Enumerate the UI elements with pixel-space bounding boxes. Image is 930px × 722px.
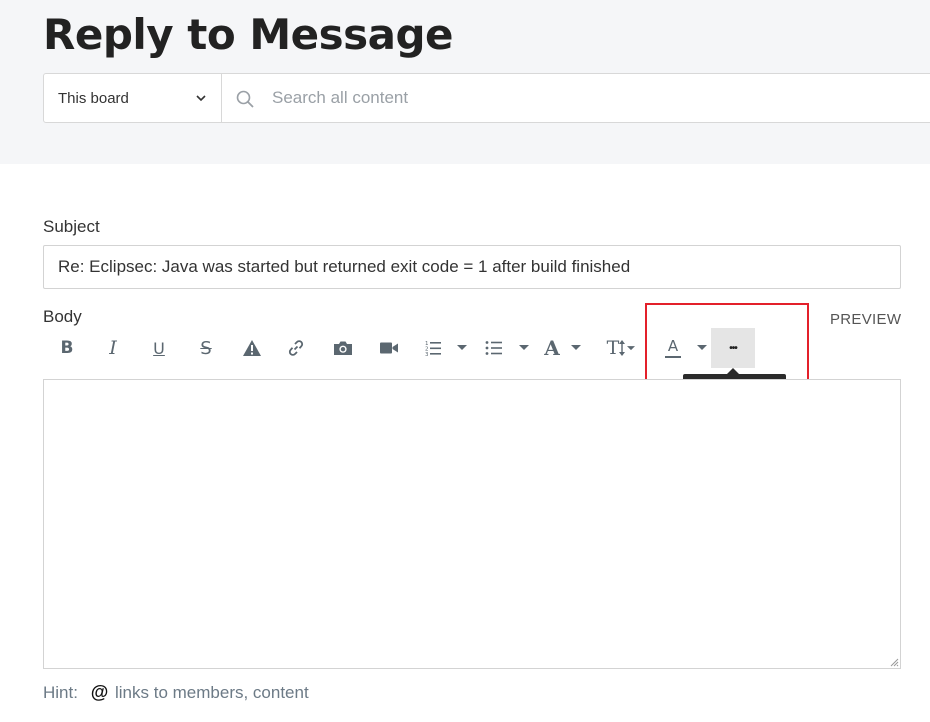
underline-icon: U xyxy=(153,338,165,358)
bold-button[interactable]: B xyxy=(50,332,84,364)
message-body-editor[interactable] xyxy=(43,379,901,669)
numbered-list-dropdown[interactable] xyxy=(455,332,469,364)
search-scope-label: This board xyxy=(58,90,129,107)
video-icon xyxy=(380,342,398,354)
search-bar: This board xyxy=(43,73,930,123)
font-icon: A xyxy=(544,336,560,360)
text-size-glyph: T xyxy=(606,337,620,359)
bulleted-list-icon xyxy=(485,341,502,355)
hint-label: Hint: xyxy=(43,683,78,702)
bulleted-list-dropdown[interactable] xyxy=(517,332,531,364)
caret-down-icon xyxy=(627,345,636,350)
text-size-button[interactable]: T xyxy=(601,332,641,364)
subject-field[interactable] xyxy=(43,245,901,289)
italic-icon: I xyxy=(109,337,117,359)
chevron-down-icon xyxy=(196,95,206,102)
spoiler-warning-icon xyxy=(243,340,261,356)
link-icon xyxy=(288,340,304,356)
editor-toolbar: B I U S 1 2 3 A T A ••• xyxy=(43,326,803,370)
svg-text:3: 3 xyxy=(425,352,429,357)
resize-handle-icon[interactable] xyxy=(889,657,899,667)
insert-video-button[interactable] xyxy=(372,332,406,364)
italic-button[interactable]: I xyxy=(96,332,130,364)
spoiler-button[interactable] xyxy=(235,332,269,364)
hint-text: Hint: @ links to members, content xyxy=(43,682,309,703)
subject-input[interactable] xyxy=(58,255,878,279)
font-color-icon: A xyxy=(665,336,681,358)
caret-down-icon xyxy=(571,345,581,350)
strikethrough-button[interactable]: S xyxy=(189,332,223,364)
search-input[interactable] xyxy=(272,84,872,112)
page-title: Reply to Message xyxy=(43,10,454,59)
font-color-button[interactable]: A xyxy=(656,332,690,364)
insert-link-button[interactable] xyxy=(279,332,313,364)
more-icon: ••• xyxy=(729,342,737,354)
body-label: Body xyxy=(43,307,82,326)
size-arrows-icon xyxy=(619,340,626,356)
search-scope-select[interactable]: This board xyxy=(44,74,222,122)
subject-label: Subject xyxy=(43,217,100,236)
font-color-swatch xyxy=(665,355,681,358)
font-family-button[interactable]: A xyxy=(535,332,569,364)
bulleted-list-button[interactable] xyxy=(477,332,511,364)
caret-down-icon xyxy=(457,345,467,350)
at-mention-icon: @ xyxy=(90,682,109,702)
insert-photo-button[interactable] xyxy=(326,332,360,364)
preview-link[interactable]: PREVIEW xyxy=(830,311,901,328)
hint-description: links to members, content xyxy=(115,683,309,702)
strikethrough-icon: S xyxy=(200,337,212,359)
numbered-list-button[interactable]: 1 2 3 xyxy=(416,332,450,364)
search-icon xyxy=(236,90,254,108)
page-header: Reply to Message This board xyxy=(0,0,930,164)
camera-icon xyxy=(334,341,352,355)
font-color-dropdown[interactable] xyxy=(695,332,709,364)
bold-icon: B xyxy=(60,338,74,358)
font-color-glyph: A xyxy=(667,336,679,355)
numbered-list-icon: 1 2 3 xyxy=(425,341,441,357)
caret-down-icon xyxy=(519,345,529,350)
text-size-icon: T xyxy=(607,337,636,359)
underline-button[interactable]: U xyxy=(142,332,176,364)
font-family-dropdown[interactable] xyxy=(569,332,583,364)
expand-toolbar-button[interactable]: ••• xyxy=(711,328,755,368)
caret-down-icon xyxy=(697,345,707,350)
